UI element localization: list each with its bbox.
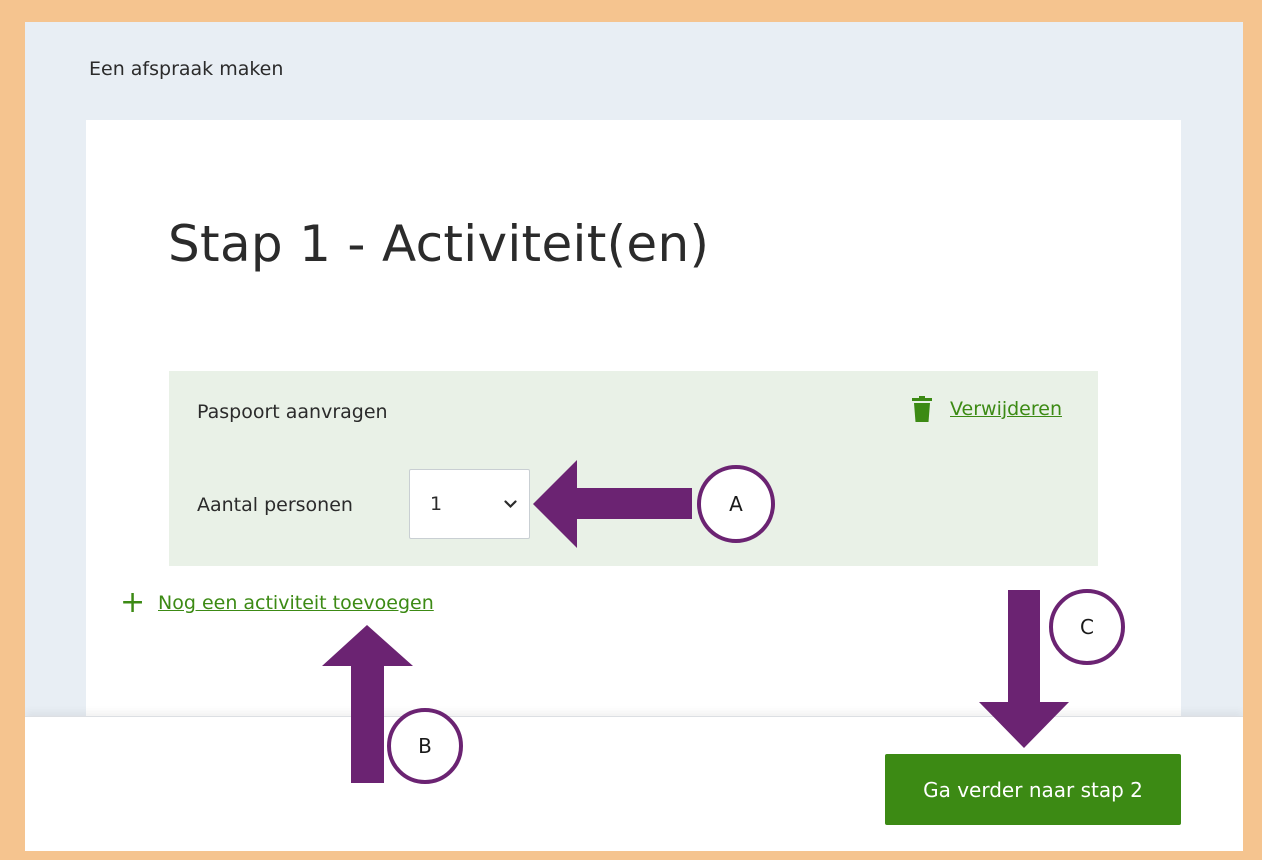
delete-label: Verwijderen: [950, 398, 1062, 420]
activity-name: Paspoort aanvragen: [197, 401, 388, 423]
add-activity-link[interactable]: + Nog een activiteit toevoegen: [120, 588, 434, 618]
add-activity-label: Nog een activiteit toevoegen: [158, 592, 434, 614]
next-step-button[interactable]: Ga verder naar stap 2: [885, 754, 1181, 825]
persons-select[interactable]: 1: [409, 469, 530, 539]
activity-panel: Paspoort aanvragen Verwijderen Aantal pe…: [169, 371, 1098, 566]
plus-icon: +: [120, 585, 146, 620]
browser-viewport: Een afspraak maken Stap 1 - Activiteit(e…: [25, 22, 1243, 851]
breadcrumb: Een afspraak maken: [89, 58, 284, 80]
persons-label: Aantal personen: [197, 494, 353, 516]
chevron-down-icon: [504, 499, 517, 508]
trash-icon: [912, 396, 932, 422]
persons-select-value: 1: [430, 493, 443, 515]
delete-activity-link[interactable]: Verwijderen: [912, 396, 1062, 422]
page-title: Stap 1 - Activiteit(en): [168, 215, 710, 273]
